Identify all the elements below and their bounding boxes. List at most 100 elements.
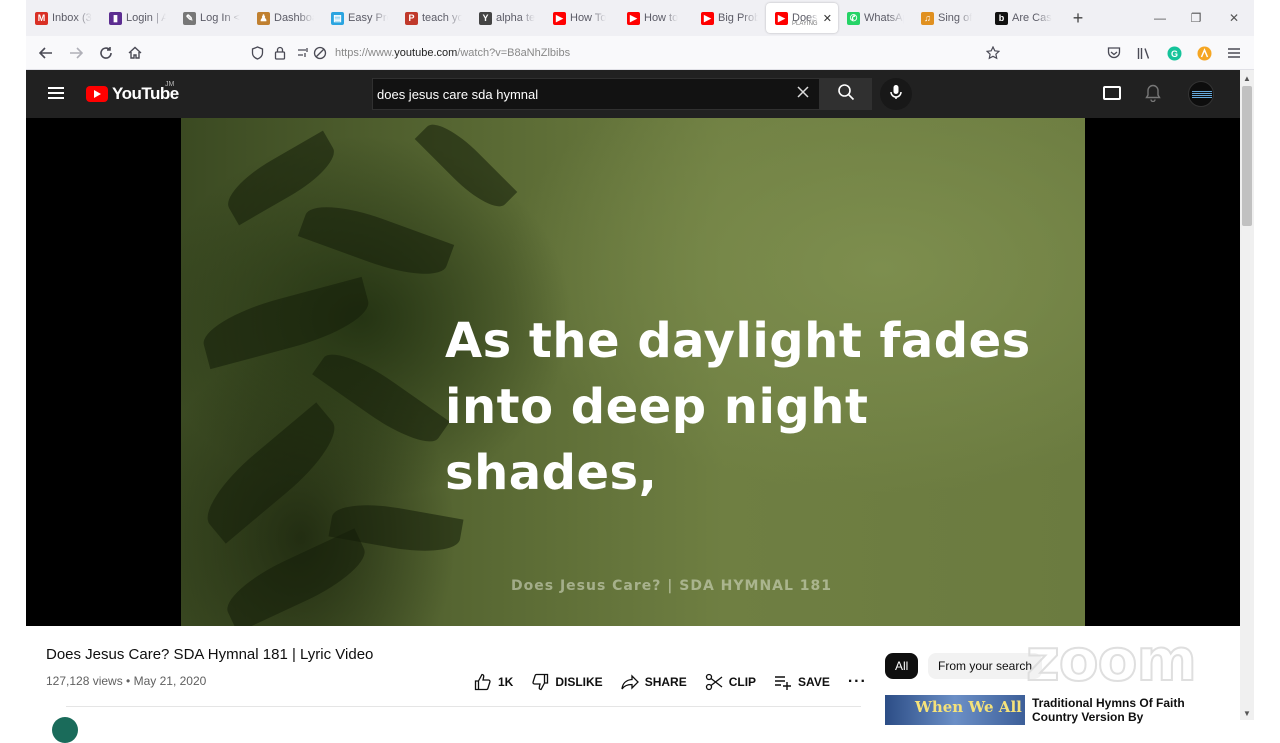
lock-icon[interactable] — [270, 43, 290, 63]
address-bar[interactable]: https://www.youtube.com/watch?v=B8aNhZlb… — [246, 41, 1036, 65]
thumbs-up-icon — [474, 673, 492, 691]
browser-tab[interactable]: ▮ Login | A — [100, 0, 174, 36]
browser-tab[interactable]: Pteach yo — [396, 0, 470, 36]
lyric-line-2: into deep night shades, — [445, 379, 869, 501]
restore-icon[interactable]: ❐ — [1178, 0, 1214, 36]
minimize-icon[interactable]: — — [1142, 0, 1178, 36]
url-path: /watch?v=B8aNhZlbibs — [457, 47, 571, 59]
region-code: JM — [165, 81, 175, 88]
tab-title: Are Cas — [1012, 12, 1052, 24]
gmail-icon: M — [35, 11, 48, 25]
browser-tab[interactable]: ▶ How To — [544, 0, 618, 36]
like-count: 1K — [498, 675, 514, 689]
youtube-icon: ▶ — [775, 11, 788, 25]
video-frame[interactable]: As the daylight fades into deep night sh… — [181, 118, 1085, 626]
lyric-line-1: As the daylight fades — [445, 313, 1031, 369]
dislike-button[interactable]: DISLIKE — [531, 673, 603, 691]
share-label: SHARE — [644, 675, 687, 689]
scissors-icon — [705, 673, 723, 691]
tab-title: How To — [570, 12, 607, 24]
url-domain: youtube.com — [394, 47, 458, 59]
pocket-icon[interactable] — [1104, 43, 1124, 63]
scrollbar-thumb[interactable] — [1242, 86, 1252, 226]
video-info: Does Jesus Care? SDA Hymnal 181 | Lyric … — [26, 625, 1240, 743]
tab-title: Log In < — [200, 12, 240, 24]
notifications-bell-icon[interactable] — [1145, 84, 1161, 107]
video-title: Does Jesus Care? SDA Hymnal 181 | Lyric … — [46, 646, 374, 663]
browser-tab[interactable]: ▶ How to — [618, 0, 692, 36]
tab-title: Login | A — [126, 12, 166, 24]
hamburger-menu-icon[interactable] — [48, 87, 64, 99]
search-box[interactable]: does jesus care sda hymnal — [372, 78, 820, 110]
home-icon[interactable] — [125, 43, 145, 63]
tab-playing-label: PLAYING — [792, 21, 818, 27]
chart-icon: ▮ — [109, 11, 122, 25]
search-input[interactable]: does jesus care sda hymnal — [377, 87, 538, 102]
channel-avatar[interactable] — [52, 717, 78, 743]
youtube-masthead: YouTube JM does jesus care sda hymnal — [26, 70, 1240, 118]
browser-tab[interactable]: ♫ Sing of — [912, 0, 986, 36]
window-right-frame — [1254, 0, 1280, 720]
search-button[interactable] — [820, 78, 872, 110]
video-player[interactable]: As the daylight fades into deep night sh… — [26, 118, 1240, 626]
pd-icon: P — [405, 11, 418, 25]
browser-tab[interactable]: Yalpha te — [470, 0, 544, 36]
recommendation-thumbnail[interactable]: When We All — [885, 695, 1025, 725]
camera-blocked-icon[interactable] — [310, 43, 330, 63]
extension-icon[interactable] — [1194, 43, 1214, 63]
youtube-icon: ▶ — [701, 11, 714, 25]
clip-button[interactable]: CLIP — [705, 673, 756, 691]
wrench-icon: ✎ — [183, 11, 196, 25]
foliage-shape — [297, 193, 455, 288]
share-button[interactable]: SHARE — [621, 673, 687, 691]
tab-title: Big Prob — [718, 12, 758, 24]
tab-title: Dashboa — [274, 12, 314, 24]
chip-from-your-search[interactable]: From your search — [928, 653, 1043, 679]
scroll-up-icon[interactable]: ▲ — [1240, 71, 1254, 85]
save-label: SAVE — [798, 675, 830, 689]
browser-tab[interactable]: ▶ Does PLAYING ✕ — [766, 3, 838, 33]
browser-tab[interactable]: ▤ Easy Pro — [322, 0, 396, 36]
tab-title: teach yo — [422, 12, 462, 24]
url-text[interactable]: https://www.youtube.com/watch?v=B8aNhZlb… — [335, 47, 570, 59]
app-menu-icon[interactable] — [1224, 43, 1244, 63]
browser-tab[interactable]: b Are Cas — [986, 0, 1060, 36]
doc-icon: ▤ — [331, 11, 344, 25]
chip-all[interactable]: All — [885, 653, 919, 679]
close-tab-icon[interactable]: ✕ — [823, 12, 832, 25]
more-actions-icon[interactable]: ··· — [848, 673, 867, 691]
grammarly-icon[interactable]: G — [1164, 43, 1184, 63]
divider — [66, 706, 861, 707]
forward-arrow-icon[interactable] — [66, 43, 86, 63]
save-button[interactable]: SAVE — [774, 673, 830, 691]
foliage-shape — [193, 402, 349, 544]
back-arrow-icon[interactable] — [36, 43, 56, 63]
browser-tab[interactable]: ♟ Dashboa — [248, 0, 322, 36]
library-icon[interactable] — [1134, 43, 1154, 63]
tab-title: WhatsAp — [864, 12, 904, 24]
create-video-icon[interactable] — [1103, 86, 1121, 100]
tab-title: How to — [644, 12, 679, 24]
browser-tab[interactable]: ✆ WhatsAp — [838, 0, 912, 36]
like-button[interactable]: 1K — [474, 673, 513, 691]
foliage-shape — [414, 118, 518, 217]
youtube-icon: ▶ — [627, 11, 640, 25]
share-arrow-icon — [621, 673, 639, 691]
close-window-icon[interactable]: ✕ — [1216, 0, 1252, 36]
voice-search-button[interactable] — [880, 78, 912, 110]
scroll-down-icon[interactable]: ▼ — [1240, 706, 1254, 720]
clip-label: CLIP — [728, 675, 757, 689]
reload-icon[interactable] — [96, 43, 116, 63]
bookmark-star-icon[interactable] — [983, 43, 1003, 63]
shield-icon[interactable] — [247, 43, 267, 63]
browser-tab[interactable]: ✎ Log In < — [174, 0, 248, 36]
browser-tab[interactable]: ▶ Big Prob — [692, 0, 766, 36]
clear-search-icon[interactable] — [797, 85, 809, 103]
account-avatar[interactable] — [1188, 81, 1214, 107]
browser-tab-strip: M Inbox (3 ▮ Login | A ✎ Log In < ♟ Dashboa ▤ Eas… — [26, 0, 1254, 36]
dislike-label: DISLIKE — [555, 675, 603, 689]
browser-tab[interactable]: M Inbox (3 — [26, 0, 100, 36]
search-icon — [837, 83, 855, 106]
youtube-logo-icon[interactable] — [86, 86, 108, 102]
new-tab-icon[interactable]: + — [1060, 8, 1096, 29]
